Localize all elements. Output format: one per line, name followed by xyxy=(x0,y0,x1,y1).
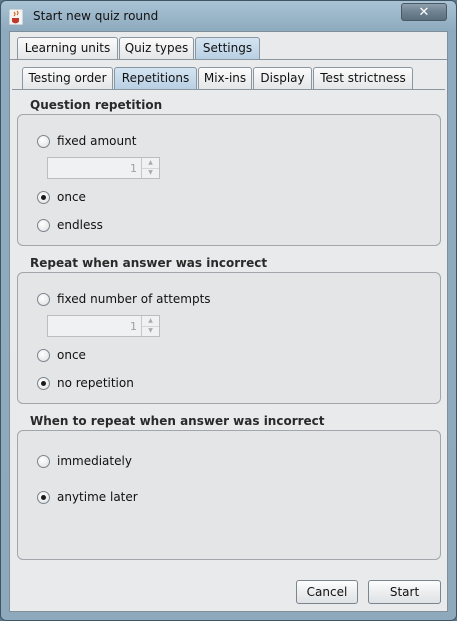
dialog-content: Learning units Quiz types Settings Testi… xyxy=(9,31,448,612)
radio-no-repetition[interactable] xyxy=(37,377,50,390)
dialog-window: Start new quiz round ✕ Learning units Qu… xyxy=(0,0,457,621)
radio-endless[interactable] xyxy=(37,219,50,232)
window-title: Start new quiz round xyxy=(33,9,159,23)
question-repetition-title: Question repetition xyxy=(30,98,163,112)
java-cup-icon xyxy=(9,9,23,25)
radio-label-anytime-later[interactable]: anytime later xyxy=(57,490,138,504)
fixed-attempts-spinner: 1 ▲ ▼ xyxy=(47,315,160,337)
radio-once-incorrect[interactable] xyxy=(37,349,50,362)
tab-learning-units[interactable]: Learning units xyxy=(17,37,118,59)
radio-immediately[interactable] xyxy=(37,455,50,468)
spinner-down-icon: ▼ xyxy=(148,327,153,334)
radio-label-fixed-amount[interactable]: fixed amount xyxy=(57,134,136,148)
tab-testing-order[interactable]: Testing order xyxy=(22,67,113,89)
radio-label-fixed-attempts[interactable]: fixed number of attempts xyxy=(57,292,211,306)
spinner-value: 1 xyxy=(130,320,137,333)
start-button[interactable]: Start xyxy=(368,580,441,604)
title-bar[interactable]: Start new quiz round ✕ xyxy=(1,1,456,31)
tab-test-strictness[interactable]: Test strictness xyxy=(313,67,413,89)
repeat-incorrect-title: Repeat when answer was incorrect xyxy=(30,256,268,270)
spinner-down-icon: ▼ xyxy=(148,169,153,176)
radio-once[interactable] xyxy=(37,191,50,204)
tab-quiz-types[interactable]: Quiz types xyxy=(119,37,194,59)
tab-mix-ins[interactable]: Mix-ins xyxy=(198,67,252,89)
radio-label-endless[interactable]: endless xyxy=(57,218,103,232)
tab-repetitions[interactable]: Repetitions xyxy=(114,67,197,90)
repeat-incorrect-group: fixed number of attempts 1 ▲ ▼ once no r… xyxy=(17,272,441,404)
close-icon[interactable]: ✕ xyxy=(401,3,447,21)
radio-label-once[interactable]: once xyxy=(57,190,86,204)
when-repeat-group: immediately anytime later xyxy=(17,430,441,560)
question-repetition-group: fixed amount 1 ▲ ▼ once endless xyxy=(17,114,441,246)
radio-label-immediately[interactable]: immediately xyxy=(57,454,132,468)
spinner-value: 1 xyxy=(130,162,137,175)
tab-display[interactable]: Display xyxy=(253,67,312,89)
radio-label-no-repetition[interactable]: no repetition xyxy=(57,376,134,390)
radio-fixed-amount[interactable] xyxy=(37,135,50,148)
tab-divider xyxy=(10,59,447,60)
radio-anytime-later[interactable] xyxy=(37,491,50,504)
cancel-button[interactable]: Cancel xyxy=(296,580,358,604)
when-repeat-title: When to repeat when answer was incorrect xyxy=(30,414,325,428)
radio-label-once-incorrect[interactable]: once xyxy=(57,348,86,362)
tab-settings[interactable]: Settings xyxy=(195,37,260,60)
fixed-amount-spinner: 1 ▲ ▼ xyxy=(47,157,160,179)
radio-fixed-attempts[interactable] xyxy=(37,293,50,306)
subtab-divider xyxy=(12,89,445,90)
